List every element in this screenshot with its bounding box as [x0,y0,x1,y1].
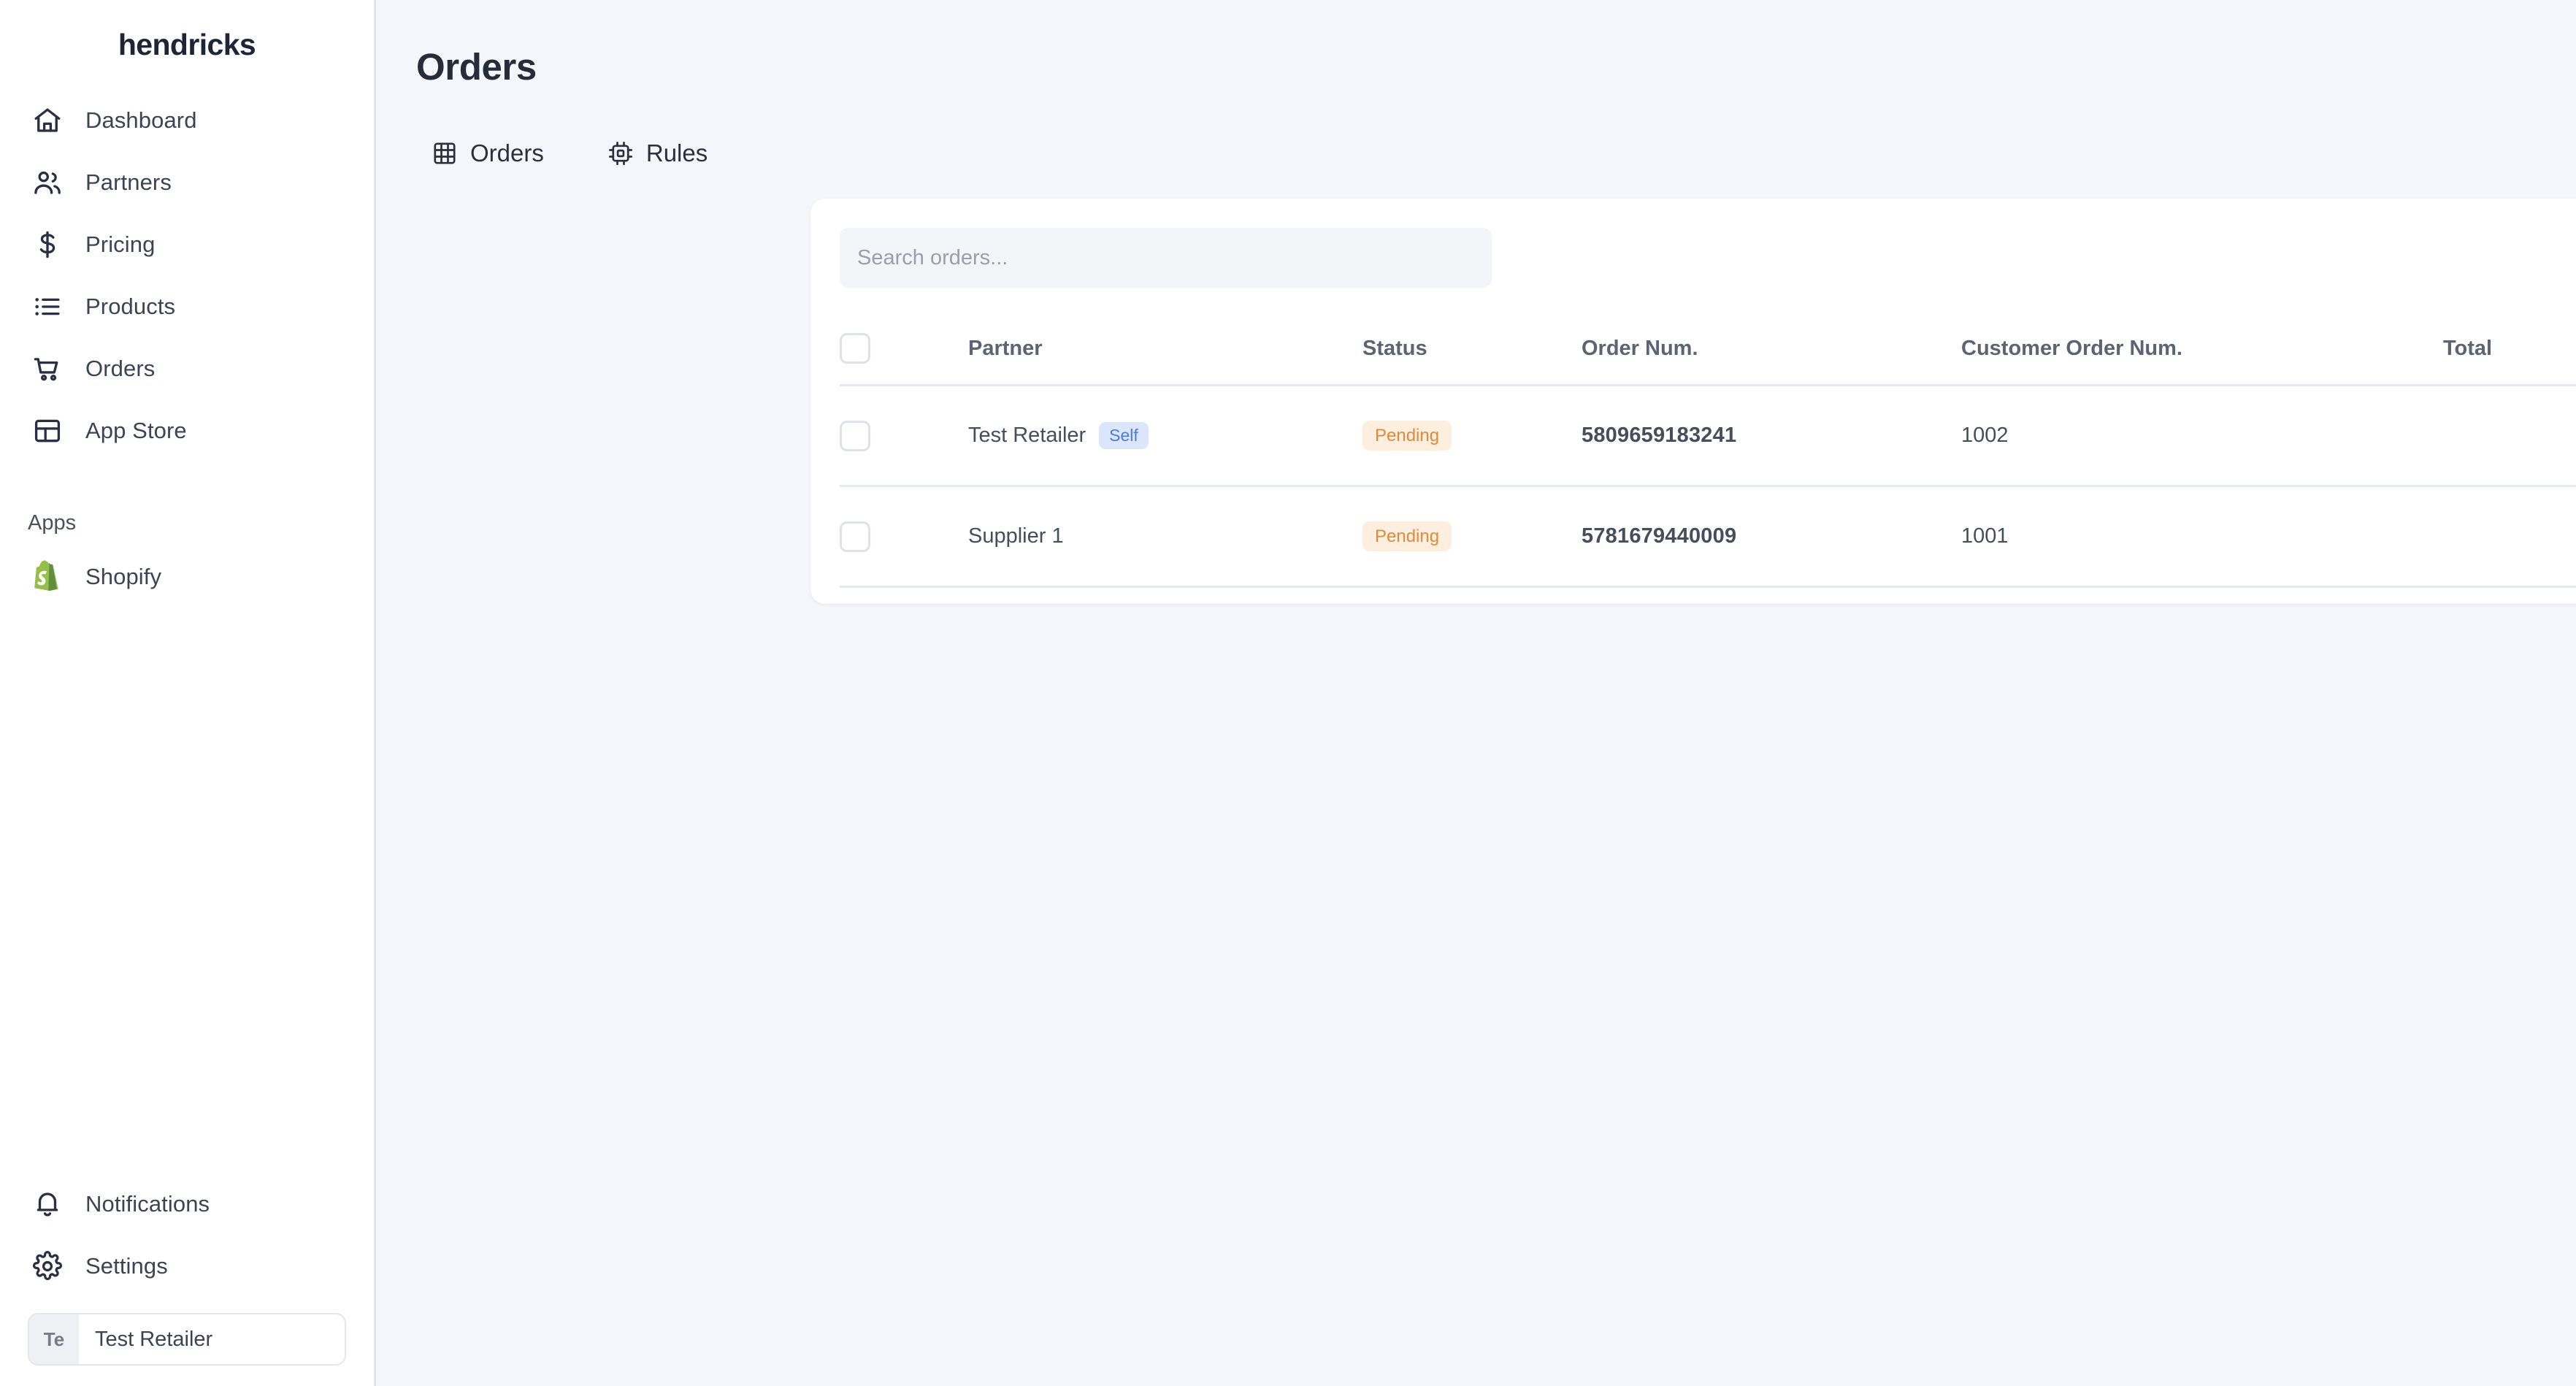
column-header-status: Status [1362,323,1582,386]
row-checkbox[interactable] [840,521,870,552]
primary-nav: Dashboard Partners Pricing Products Orde… [0,89,374,462]
select-all-checkbox[interactable] [840,333,870,364]
sidebar-item-label: Shopify [85,563,162,589]
cell-partner: Supplier 1 [968,486,1362,588]
sidebar-item-label: Dashboard [85,107,197,133]
orders-table-body: Test Retailer Self Pending 5809659183241… [840,385,2576,588]
tab-label: Orders [470,139,544,166]
cell-status: Pending [1362,385,1582,487]
cell-order-num: 5809659183241 [1582,385,1961,487]
row-checkbox[interactable] [840,420,870,451]
sidebar-item-label: Orders [85,355,156,381]
tab-orders[interactable]: Orders [418,134,557,173]
dollar-icon [31,228,64,261]
sidebar-item-label: App Store [85,417,187,443]
tab-label: Rules [645,139,708,166]
chip-icon [607,139,635,167]
user-profile-name: Test Retailer [95,1327,213,1351]
sidebar-item-pricing[interactable]: Pricing [0,213,374,275]
cell-partner: Test Retailer Self [968,385,1362,487]
sidebar-item-shopify[interactable]: Shopify [0,545,374,608]
tab-rules[interactable]: Rules [594,134,721,173]
cell-customer-order-num: 1001 [1961,486,2443,588]
cell-total [2443,486,2576,588]
sidebar-item-label: Pricing [85,231,156,257]
column-header-partner: Partner [968,323,1362,386]
row-select-cell [840,486,968,588]
sidebar-item-dashboard[interactable]: Dashboard [0,89,374,151]
orders-table-head: Partner Status Order Num. Customer Order… [840,323,2576,386]
table-row: Test Retailer Self Pending 5809659183241… [840,385,2576,487]
cell-status: Pending [1362,486,1582,588]
sidebar-item-app-store[interactable]: App Store [0,399,374,462]
app-root: hendricks Dashboard Partners Pricing Pro… [0,0,2576,1386]
page-title: Orders [416,46,537,88]
partner-name: Test Retailer [968,424,1086,447]
cell-total [2443,385,2576,487]
search-input[interactable] [840,228,1492,288]
sidebar-item-notifications[interactable]: Notifications [0,1173,374,1235]
bell-icon [31,1187,64,1220]
sidebar-item-orders[interactable]: Orders [0,337,374,399]
status-badge: Pending [1362,420,1452,451]
brand-logo: hendricks [118,28,256,61]
row-select-cell [840,385,968,487]
user-profile-switcher[interactable]: Te Test Retailer [28,1313,346,1366]
column-header-total: Total [2443,323,2576,386]
table-header-row: Partner Status Order Num. Customer Order… [840,323,2576,386]
main-content: Orders Orders Rules Search orders... Par… [376,0,2576,1386]
list-icon [31,290,64,323]
orders-table: Partner Status Order Num. Customer Order… [840,323,2576,588]
column-header-customer-order-num: Customer Order Num. [1961,323,2443,386]
sidebar-item-label: Partners [85,169,172,195]
cell-order-num: 5781679440009 [1582,486,1961,588]
table-row: Supplier 1 Pending 5781679440009 1001 Vi… [840,486,2576,588]
partner-self-badge: Self [1099,422,1149,449]
sidebar-item-products[interactable]: Products [0,275,374,337]
status-badge: Pending [1362,521,1452,552]
column-header-order-num: Order Num. [1582,323,1961,386]
shopify-icon [31,560,64,593]
gear-icon [31,1249,64,1282]
sidebar-item-label: Notifications [85,1190,210,1217]
users-icon [31,166,64,199]
sidebar-item-partners[interactable]: Partners [0,151,374,213]
home-icon [31,104,64,137]
select-all-header [840,323,968,386]
avatar: Te [29,1314,79,1364]
sidebar: hendricks Dashboard Partners Pricing Pro… [0,0,376,1386]
sidebar-item-label: Products [85,293,176,319]
partner-name: Supplier 1 [968,524,1064,548]
layout-icon [31,414,64,447]
tab-bar: Orders Rules [418,134,2576,173]
sidebar-bottom-nav: Notifications Settings Te Test Retailer [0,1173,374,1386]
orders-card: Partner Status Order Num. Customer Order… [810,199,2576,604]
cart-icon [31,352,64,385]
grid-icon [431,139,459,167]
sidebar-item-label: Settings [85,1252,168,1279]
sidebar-item-settings[interactable]: Settings [0,1235,374,1297]
cell-customer-order-num: 1002 [1961,385,2443,487]
apps-section-title: Apps [28,511,77,535]
